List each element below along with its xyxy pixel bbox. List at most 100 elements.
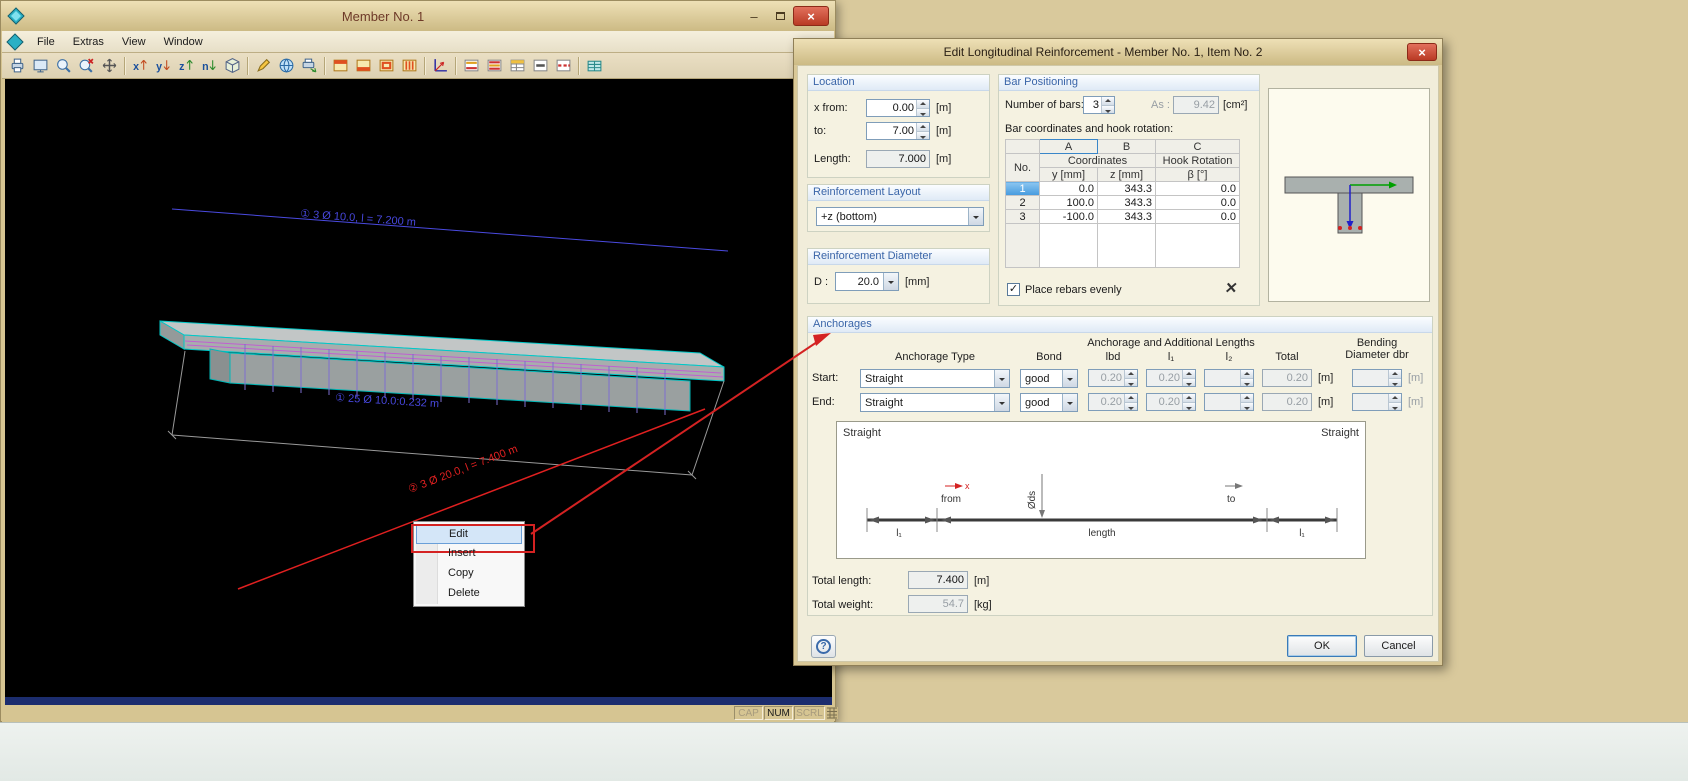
renumber-y-icon[interactable]: y — [152, 55, 175, 77]
number-of-bars-spinner[interactable] — [1083, 96, 1115, 114]
spin-up-icon[interactable] — [1102, 97, 1114, 105]
help-button[interactable]: ? — [811, 635, 836, 658]
resize-grip-icon[interactable] — [826, 707, 838, 719]
bond-end-select[interactable]: good — [1020, 393, 1078, 412]
row-number[interactable]: 3 — [1005, 209, 1040, 224]
diameter-select[interactable]: 20.0 — [835, 272, 899, 291]
z-cell[interactable]: 343.3 — [1097, 209, 1156, 224]
chevron-down-icon[interactable] — [968, 208, 983, 225]
table-row[interactable]: 3 -100.0 343.3 0.0 — [1005, 209, 1240, 224]
rebar-dash-icon[interactable] — [552, 55, 575, 77]
cancel-button[interactable]: Cancel — [1364, 635, 1433, 657]
number-of-bars-input[interactable] — [1084, 97, 1101, 113]
lbd-end-spinner[interactable] — [1088, 393, 1138, 411]
ok-button[interactable]: OK — [1287, 635, 1357, 657]
dialog-titlebar[interactable]: Edit Longitudinal Reinforcement - Member… — [794, 39, 1442, 65]
y-cell[interactable]: 0.0 — [1039, 181, 1098, 196]
renumber-z-icon[interactable]: z — [175, 55, 198, 77]
spin-down-icon[interactable] — [1389, 401, 1401, 410]
menu-view[interactable]: View — [113, 33, 155, 51]
spin-down-icon[interactable] — [1125, 377, 1137, 386]
spin-down-icon[interactable] — [917, 130, 929, 139]
chevron-down-icon[interactable] — [994, 394, 1009, 411]
spin-down-icon[interactable] — [1241, 401, 1253, 410]
print-preview-icon[interactable] — [29, 55, 52, 77]
context-menu-edit[interactable]: Edit — [411, 524, 535, 553]
renumber-x-icon[interactable]: x — [129, 55, 152, 77]
edit-mode-icon[interactable] — [252, 55, 275, 77]
spin-up-icon[interactable] — [1241, 394, 1253, 402]
spin-up-icon[interactable] — [1183, 370, 1195, 378]
zoom-cancel-icon[interactable] — [75, 55, 98, 77]
beta-cell[interactable]: 0.0 — [1155, 209, 1240, 224]
spin-up-icon[interactable] — [917, 100, 929, 108]
pan-view-icon[interactable] — [98, 55, 121, 77]
y-cell[interactable]: 100.0 — [1039, 195, 1098, 210]
dialog-close-button[interactable]: × — [1407, 43, 1437, 61]
z-cell[interactable]: 343.3 — [1097, 181, 1156, 196]
to-input[interactable] — [867, 123, 916, 139]
chevron-down-icon[interactable] — [1062, 394, 1077, 411]
section-front-view-icon[interactable] — [352, 55, 375, 77]
chevron-down-icon[interactable] — [883, 273, 898, 290]
row-number[interactable]: 1 — [1005, 181, 1040, 196]
spin-up-icon[interactable] — [1389, 394, 1401, 402]
spin-up-icon[interactable] — [1125, 370, 1137, 378]
spin-down-icon[interactable] — [1102, 104, 1114, 113]
context-menu-copy[interactable]: Copy — [416, 564, 522, 584]
spin-up-icon[interactable] — [1125, 394, 1137, 402]
column-c-header[interactable]: C — [1155, 139, 1240, 154]
spin-down-icon[interactable] — [917, 107, 929, 116]
axes-icon[interactable] — [429, 55, 452, 77]
menu-file[interactable]: File — [28, 33, 64, 51]
place-rebars-evenly-checkbox[interactable] — [1007, 283, 1020, 296]
close-button[interactable]: × — [793, 6, 829, 26]
beta-cell[interactable]: 0.0 — [1155, 195, 1240, 210]
spin-up-icon[interactable] — [1183, 394, 1195, 402]
menu-extras[interactable]: Extras — [64, 33, 113, 51]
anchorage-type-end-select[interactable]: Straight — [860, 393, 1010, 412]
zoom-in-icon[interactable] — [52, 55, 75, 77]
spin-up-icon[interactable] — [1389, 370, 1401, 378]
l2-end-spinner[interactable] — [1204, 393, 1254, 411]
section-top-view-icon[interactable] — [329, 55, 352, 77]
column-b-header[interactable]: B — [1097, 139, 1156, 154]
minimize-button[interactable]: – — [741, 6, 767, 26]
y-cell[interactable]: -100.0 — [1039, 209, 1098, 224]
renumber-all-icon[interactable]: n — [198, 55, 221, 77]
table-row[interactable]: 1 0.0 343.3 0.0 — [1005, 181, 1240, 196]
spin-up-icon[interactable] — [917, 123, 929, 131]
menu-window[interactable]: Window — [155, 33, 212, 51]
to-spinner[interactable] — [866, 122, 930, 140]
context-menu-delete[interactable]: Delete — [416, 584, 522, 604]
delete-row-button[interactable]: ✕ — [1224, 279, 1239, 297]
chevron-down-icon[interactable] — [1062, 370, 1077, 387]
rebar-table-icon[interactable] — [506, 55, 529, 77]
reinforcement-layout-select[interactable]: +z (bottom) — [816, 207, 984, 226]
spin-down-icon[interactable] — [1241, 377, 1253, 386]
l1-end-spinner[interactable] — [1146, 393, 1196, 411]
bending-end-spinner[interactable] — [1352, 393, 1402, 411]
print-table-icon[interactable] — [583, 55, 606, 77]
table-row[interactable]: 2 100.0 343.3 0.0 — [1005, 195, 1240, 210]
x-from-spinner[interactable] — [866, 99, 930, 117]
anchorage-type-start-select[interactable]: Straight — [860, 369, 1010, 388]
column-a-header[interactable]: A — [1039, 139, 1098, 154]
spin-down-icon[interactable] — [1389, 377, 1401, 386]
section-frame-icon[interactable] — [375, 55, 398, 77]
bending-start-spinner[interactable] — [1352, 369, 1402, 387]
printer-icon[interactable] — [6, 55, 29, 77]
rebar-layer1-icon[interactable] — [460, 55, 483, 77]
lbd-start-spinner[interactable] — [1088, 369, 1138, 387]
x-from-input[interactable] — [867, 100, 916, 116]
bond-start-select[interactable]: good — [1020, 369, 1078, 388]
l1-start-spinner[interactable] — [1146, 369, 1196, 387]
l2-start-spinner[interactable] — [1204, 369, 1254, 387]
chevron-down-icon[interactable] — [994, 370, 1009, 387]
app-menu-icon[interactable] — [6, 32, 24, 51]
rebar-hide-icon[interactable] — [529, 55, 552, 77]
spin-down-icon[interactable] — [1183, 401, 1195, 410]
spin-down-icon[interactable] — [1183, 377, 1195, 386]
window-titlebar[interactable]: Member No. 1 – × — [1, 1, 835, 31]
beta-cell[interactable]: 0.0 — [1155, 181, 1240, 196]
